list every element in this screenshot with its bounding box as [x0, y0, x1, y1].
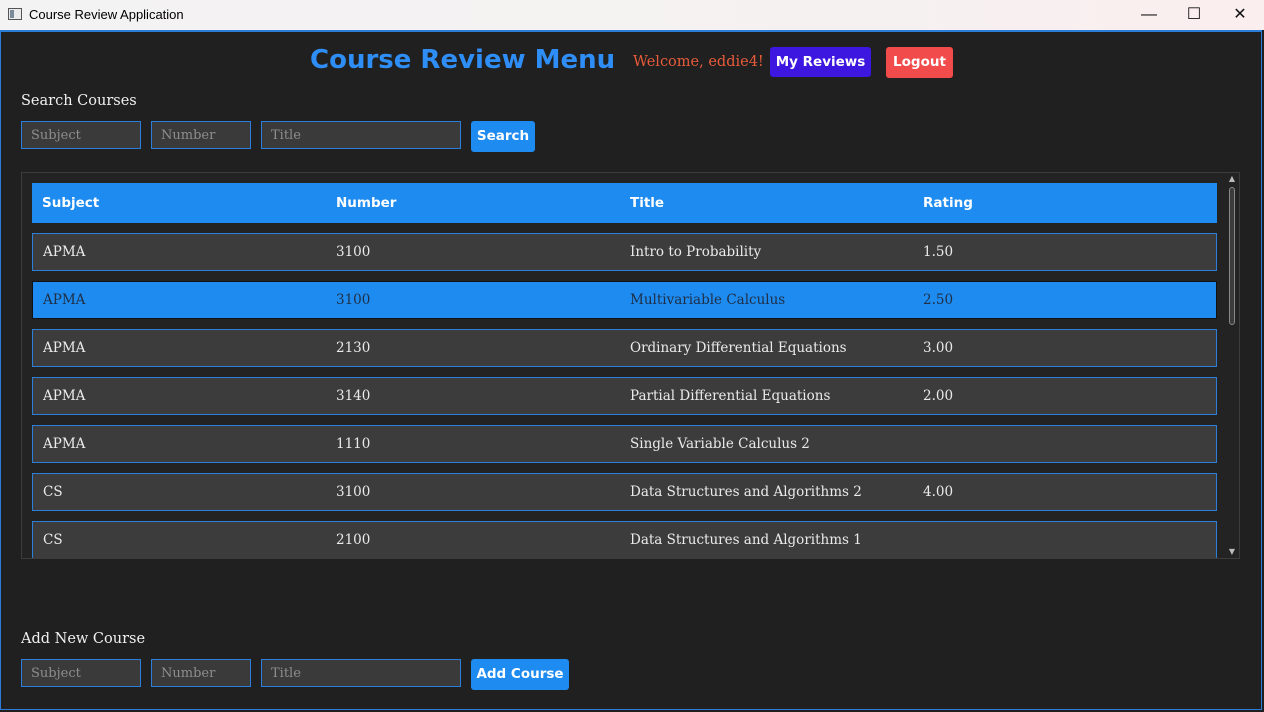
cell-number: 3140: [336, 388, 371, 404]
cell-subject: CS: [43, 484, 63, 500]
cell-rating: 1.50: [923, 244, 954, 260]
cell-title: Data Structures and Algorithms 2: [630, 484, 862, 500]
add-subject-input[interactable]: [21, 659, 141, 687]
cell-subject: APMA: [43, 244, 86, 260]
window-titlebar: Course Review Application — ☐ ✕: [0, 0, 1264, 30]
page-title: Course Review Menu: [310, 45, 616, 75]
table-header: Subject Number Title Rating: [32, 183, 1217, 223]
cell-number: 2100: [336, 532, 371, 548]
search-button[interactable]: Search: [471, 121, 535, 152]
scroll-down-arrow-icon[interactable]: ▼: [1227, 548, 1237, 556]
scroll-up-arrow-icon[interactable]: ▲: [1227, 175, 1237, 183]
cell-subject: CS: [43, 532, 63, 548]
close-button[interactable]: ✕: [1217, 0, 1263, 30]
cell-subject: APMA: [43, 340, 86, 356]
minimize-button[interactable]: —: [1126, 0, 1172, 30]
cell-rating: 3.00: [923, 340, 954, 356]
cell-rating: 4.00: [923, 484, 954, 500]
logout-button[interactable]: Logout: [886, 47, 953, 78]
window-title: Course Review Application: [29, 7, 184, 22]
table-scrollbar[interactable]: ▲ ▼: [1227, 175, 1237, 556]
my-reviews-button[interactable]: My Reviews: [770, 47, 871, 77]
column-header-number: Number: [336, 195, 397, 211]
add-course-section-label: Add New Course: [21, 631, 146, 647]
course-table: Subject Number Title Rating APMA 3100 In…: [21, 172, 1240, 559]
cell-number: 3100: [336, 292, 371, 308]
cell-title: Partial Differential Equations: [630, 388, 831, 404]
scrollbar-thumb[interactable]: [1229, 187, 1235, 325]
search-section-label: Search Courses: [21, 93, 137, 109]
cell-subject: APMA: [43, 436, 86, 452]
search-title-input[interactable]: [261, 121, 461, 149]
table-row[interactable]: APMA 3100 Intro to Probability 1.50: [32, 233, 1217, 271]
table-row[interactable]: APMA 2130 Ordinary Differential Equation…: [32, 329, 1217, 367]
cell-rating: 2.00: [923, 388, 954, 404]
add-number-input[interactable]: [151, 659, 251, 687]
table-row[interactable]: APMA 3140 Partial Differential Equations…: [32, 377, 1217, 415]
cell-subject: APMA: [43, 292, 86, 308]
column-header-subject: Subject: [42, 195, 100, 211]
add-course-button[interactable]: Add Course: [471, 659, 569, 690]
table-row[interactable]: APMA 1110 Single Variable Calculus 2: [32, 425, 1217, 463]
cell-title: Multivariable Calculus: [630, 292, 786, 308]
cell-title: Ordinary Differential Equations: [630, 340, 847, 356]
cell-rating: 2.50: [923, 292, 954, 308]
table-row[interactable]: CS 2100 Data Structures and Algorithms 1: [32, 521, 1217, 558]
column-header-title: Title: [630, 195, 665, 211]
search-number-input[interactable]: [151, 121, 251, 149]
cell-subject: APMA: [43, 388, 86, 404]
search-subject-input[interactable]: [21, 121, 141, 149]
app-icon: [8, 8, 22, 20]
cell-number: 3100: [336, 484, 371, 500]
column-header-rating: Rating: [923, 195, 973, 211]
welcome-message: Welcome, eddie4!: [633, 54, 764, 70]
add-title-input[interactable]: [261, 659, 461, 687]
table-row-selected[interactable]: APMA 3100 Multivariable Calculus 2.50: [32, 281, 1217, 319]
cell-title: Intro to Probability: [630, 244, 762, 260]
cell-title: Single Variable Calculus 2: [630, 436, 810, 452]
cell-number: 2130: [336, 340, 371, 356]
maximize-button[interactable]: ☐: [1171, 0, 1217, 30]
table-row[interactable]: CS 3100 Data Structures and Algorithms 2…: [32, 473, 1217, 511]
cell-title: Data Structures and Algorithms 1: [630, 532, 862, 548]
cell-number: 3100: [336, 244, 371, 260]
cell-number: 1110: [336, 436, 371, 452]
